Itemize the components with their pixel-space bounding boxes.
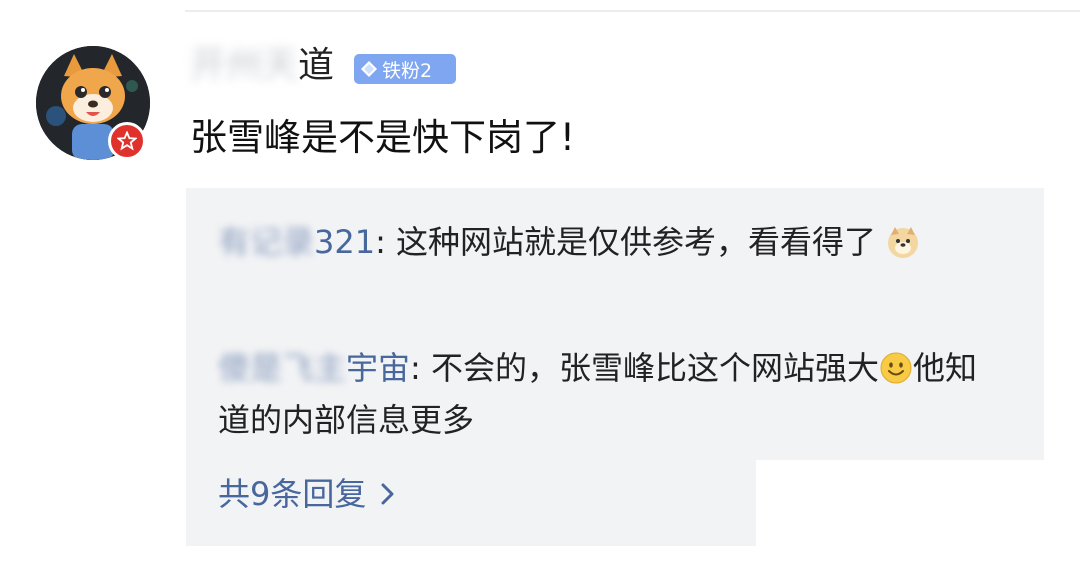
top-divider bbox=[185, 10, 1080, 12]
reply-text: 不会的，张雪峰比这个网站强大 bbox=[430, 349, 879, 387]
fan-badge-label: 铁粉2 bbox=[382, 59, 433, 82]
reply-box-corner bbox=[756, 460, 1044, 546]
reply-author[interactable]: 有记录321 bbox=[218, 223, 375, 261]
view-more-replies-link[interactable]: 共9条回复 bbox=[218, 470, 396, 518]
comment-text: 张雪峰是不是快下岗了! bbox=[190, 116, 575, 159]
chevron-right-icon bbox=[380, 481, 396, 507]
reply-item[interactable]: 傻是飞主宇宙: 不会的，张雪峰比这个网站强大 他知道的内部信息更多 bbox=[218, 342, 1008, 446]
comment-username[interactable]: 开州天道 bbox=[190, 44, 334, 88]
reply-text: 这种网站就是仅供参考，看看得了 bbox=[396, 223, 877, 261]
username-blurred: 开州天 bbox=[190, 45, 299, 86]
reply-item[interactable]: 有记录321: 这种网站就是仅供参考，看看得了 bbox=[218, 216, 1008, 268]
verified-star-icon bbox=[108, 122, 146, 160]
username-visible: 道 bbox=[298, 45, 335, 86]
fan-level-badge: 铁粉2 bbox=[354, 54, 456, 84]
smile-emoji-icon bbox=[879, 348, 913, 384]
more-replies-label: 共9条回复 bbox=[218, 475, 367, 513]
doge-emoji-icon bbox=[886, 222, 920, 258]
diamond-icon bbox=[360, 60, 378, 78]
reply-author[interactable]: 傻是飞主宇宙 bbox=[218, 349, 410, 387]
